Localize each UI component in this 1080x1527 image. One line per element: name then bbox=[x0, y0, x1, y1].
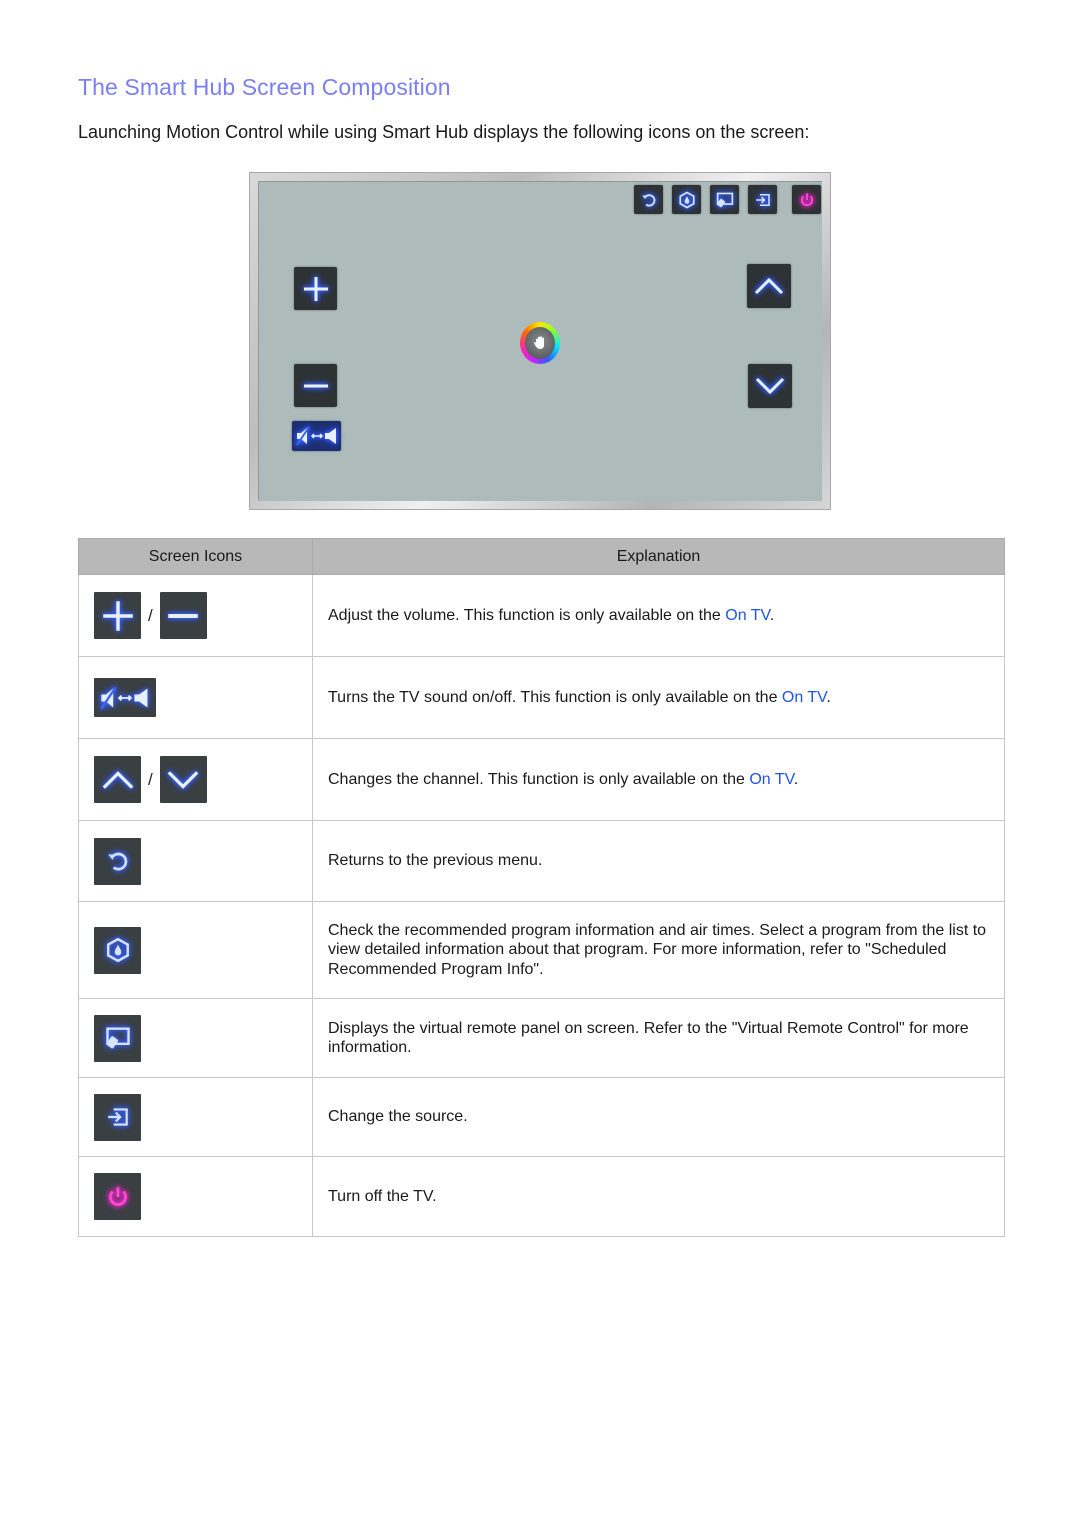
icon-cell bbox=[78, 1077, 313, 1157]
page-title: The Smart Hub Screen Composition bbox=[78, 74, 451, 100]
on-tv-link[interactable]: On TV bbox=[782, 689, 826, 706]
icon-cell bbox=[78, 656, 313, 739]
table-row: Change the source. bbox=[78, 1077, 1005, 1157]
explanation-text: Adjust the volume. This function is only… bbox=[328, 606, 726, 624]
channel-down-button bbox=[159, 756, 207, 803]
volume-down-icon bbox=[168, 613, 198, 618]
table-row: Check the recommended program informatio… bbox=[78, 901, 1005, 999]
volume-up-icon bbox=[303, 276, 328, 301]
recommended-icon bbox=[106, 937, 129, 963]
volume-up-button bbox=[94, 592, 141, 639]
tv-mute-toggle-button[interactable] bbox=[292, 421, 341, 451]
source-icon bbox=[107, 1108, 128, 1126]
tv-channel-down-button[interactable] bbox=[748, 364, 792, 408]
channel-down-icon bbox=[167, 770, 199, 789]
explanation-cell: Change the source. bbox=[312, 1077, 1005, 1157]
explanation-cell: Displays the virtual remote panel on scr… bbox=[312, 998, 1005, 1078]
tv-power-button[interactable] bbox=[792, 185, 821, 214]
power-icon bbox=[108, 1186, 127, 1206]
table-row: Displays the virtual remote panel on scr… bbox=[78, 998, 1005, 1078]
table-header-row: Screen Icons Explanation bbox=[78, 538, 1005, 575]
source-icon bbox=[755, 193, 770, 206]
explanation-text-end: . bbox=[826, 688, 831, 706]
icon-cell bbox=[78, 901, 313, 999]
channel-down-icon bbox=[755, 377, 785, 395]
icon-cell bbox=[78, 820, 313, 902]
icon-cell: / bbox=[78, 574, 313, 657]
hand-cursor bbox=[520, 322, 560, 364]
on-tv-link[interactable]: On TV bbox=[725, 607, 769, 624]
intro-text: Launching Motion Control while using Sma… bbox=[78, 122, 810, 142]
tv-volume-up-button[interactable] bbox=[294, 267, 337, 310]
explanation-text: Turns the TV sound on/off. This function… bbox=[328, 688, 782, 706]
power-button bbox=[94, 1173, 141, 1220]
channel-up-button bbox=[94, 756, 141, 803]
virtual-remote-icon bbox=[105, 1027, 130, 1049]
power-icon bbox=[800, 192, 813, 206]
tv-recommended-button[interactable] bbox=[672, 185, 701, 214]
mute-toggle-icon bbox=[295, 426, 336, 446]
recommended-button bbox=[94, 926, 141, 974]
icon-separator: / bbox=[148, 605, 153, 625]
table-row: / Changes the channel. This function is … bbox=[78, 738, 1005, 821]
tv-channel-up-button[interactable] bbox=[747, 264, 791, 308]
table-row: / Adjust the volume. This function is on… bbox=[78, 574, 1005, 657]
table-row: Turn off the TV. bbox=[78, 1156, 1005, 1237]
explanation-text: Changes the channel. This function is on… bbox=[328, 770, 750, 788]
virtual-remote-icon bbox=[716, 192, 733, 207]
table-row: Turns the TV sound on/off. This function… bbox=[78, 656, 1005, 739]
recommended-icon bbox=[678, 191, 695, 208]
channel-up-icon bbox=[754, 277, 784, 295]
tv-virtual-remote-button[interactable] bbox=[710, 185, 739, 214]
tv-screen-illustration bbox=[249, 172, 831, 510]
explanation-cell: Turn off the TV. bbox=[312, 1156, 1005, 1237]
tv-volume-down-button[interactable] bbox=[294, 364, 337, 407]
icon-cell: / bbox=[78, 738, 313, 821]
tv-source-button[interactable] bbox=[748, 185, 777, 214]
virtual-remote-button bbox=[94, 1014, 141, 1062]
return-icon bbox=[641, 193, 655, 207]
tv-return-button[interactable] bbox=[634, 185, 663, 214]
source-button bbox=[94, 1093, 141, 1141]
screen-icons-table: Screen Icons Explanation / Adjust the vo… bbox=[78, 538, 1005, 1237]
explanation-cell: Changes the channel. This function is on… bbox=[312, 738, 1005, 821]
icon-separator: / bbox=[148, 769, 153, 789]
header-explanation: Explanation bbox=[312, 538, 1005, 575]
icon-cell bbox=[78, 1156, 313, 1237]
mute-toggle-icon bbox=[100, 686, 148, 709]
table-row: Returns to the previous menu. bbox=[78, 820, 1005, 902]
return-icon bbox=[107, 852, 127, 871]
explanation-cell: Turns the TV sound on/off. This function… bbox=[312, 656, 1005, 739]
explanation-text-end: . bbox=[769, 606, 775, 624]
channel-up-icon bbox=[102, 770, 133, 789]
tv-screen bbox=[258, 181, 822, 501]
volume-up-icon bbox=[102, 600, 133, 631]
header-screen-icons: Screen Icons bbox=[78, 538, 313, 575]
on-tv-link[interactable]: On TV bbox=[749, 771, 793, 788]
explanation-cell: Adjust the volume. This function is only… bbox=[312, 574, 1005, 657]
return-button bbox=[94, 837, 141, 885]
mute-toggle-button bbox=[94, 678, 156, 717]
volume-down-button bbox=[159, 592, 207, 639]
explanation-cell: Check the recommended program informatio… bbox=[312, 901, 1005, 999]
explanation-cell: Returns to the previous menu. bbox=[312, 820, 1005, 902]
icon-cell bbox=[78, 998, 313, 1078]
volume-down-icon bbox=[303, 384, 328, 387]
hand-cursor-icon bbox=[533, 336, 544, 349]
explanation-text-end: . bbox=[793, 770, 799, 788]
